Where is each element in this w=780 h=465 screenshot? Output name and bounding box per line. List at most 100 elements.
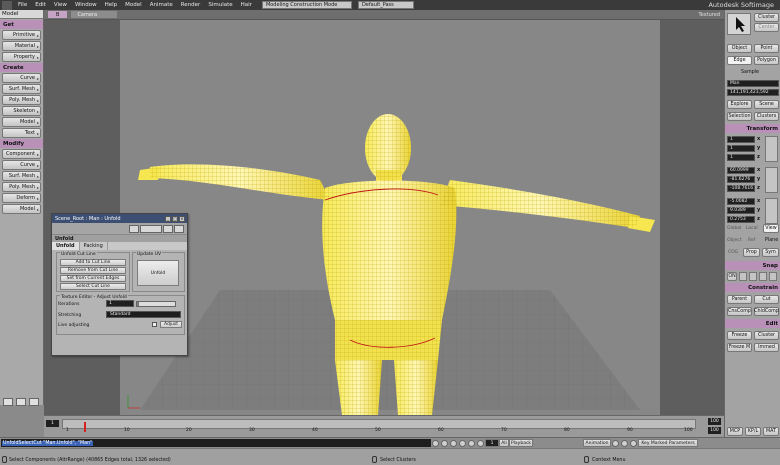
get-primitive-button[interactable]: Primitive bbox=[2, 30, 41, 40]
camera-tool-icon[interactable] bbox=[29, 398, 39, 406]
all-button[interactable]: All bbox=[499, 439, 509, 447]
menu-view[interactable]: View bbox=[50, 2, 71, 8]
unfold-property-dialog[interactable]: Scene_Root : Man : Unfold _ □ × Unfold U… bbox=[51, 213, 188, 356]
viewport-letter[interactable]: B bbox=[48, 11, 68, 18]
goto-end-icon[interactable] bbox=[477, 439, 484, 447]
create-poly-mesh-button[interactable]: Poly. Mesh bbox=[2, 95, 41, 105]
scene-canvas[interactable] bbox=[120, 20, 660, 415]
rotation-z-field[interactable]: -108.7616 bbox=[727, 185, 755, 192]
prev-key-icon[interactable] bbox=[621, 439, 628, 447]
selection-info-field[interactable]: 141,191,423,592 bbox=[727, 89, 779, 96]
pass-select[interactable]: Default_Pass bbox=[357, 1, 414, 9]
explore-button[interactable]: Explore bbox=[727, 100, 752, 109]
snap-surface-icon[interactable] bbox=[769, 272, 777, 281]
tab-kpl[interactable]: KP/L bbox=[745, 427, 761, 436]
camera-select[interactable]: Camera bbox=[71, 11, 118, 18]
close-icon[interactable]: × bbox=[179, 215, 185, 222]
tab-mcp[interactable]: MCP bbox=[727, 427, 743, 436]
scale-mode-icon[interactable] bbox=[765, 136, 778, 162]
key-marked-parameters-button[interactable]: Key Marked Parameters bbox=[638, 439, 698, 447]
set-from-current-edges-button[interactable]: Set from Current Edges bbox=[60, 275, 126, 282]
snap-point-icon[interactable] bbox=[749, 272, 757, 281]
scale-y-field[interactable]: 1 bbox=[727, 145, 755, 152]
tab-packing[interactable]: Packing bbox=[80, 242, 108, 250]
menu-window[interactable]: Window bbox=[71, 2, 101, 8]
edge-button[interactable]: Edge bbox=[727, 56, 752, 65]
menu-edit[interactable]: Edit bbox=[31, 2, 50, 8]
current-frame-field[interactable]: 1 bbox=[485, 439, 499, 447]
lock-icon[interactable] bbox=[129, 224, 139, 233]
freeze-m-button[interactable]: Freeze M bbox=[727, 343, 752, 352]
dialog-title-bar[interactable]: Scene_Root : Man : Unfold _ □ × bbox=[52, 214, 187, 223]
center-button[interactable]: Center bbox=[754, 23, 779, 32]
create-skeleton-button[interactable]: Skeleton bbox=[2, 106, 41, 116]
ref-global[interactable]: Global bbox=[727, 226, 741, 231]
translation-x-field[interactable]: -5.0082 bbox=[727, 198, 755, 205]
prop-button[interactable]: Prop bbox=[743, 248, 760, 257]
unfold-button[interactable]: Unfold bbox=[137, 260, 179, 286]
preset-icon[interactable] bbox=[140, 224, 162, 233]
cluster-button[interactable]: Cluster bbox=[754, 13, 779, 22]
selection-name-field[interactable]: Man bbox=[727, 80, 779, 87]
ref-object[interactable]: Object bbox=[727, 238, 742, 243]
snap-on-button[interactable]: ON bbox=[727, 272, 737, 281]
cog-toggle[interactable]: COG bbox=[728, 250, 738, 255]
modify-surf-mesh-button[interactable]: Surf. Mesh bbox=[2, 171, 41, 181]
select-tool-icon[interactable] bbox=[3, 398, 13, 406]
help-icon[interactable] bbox=[174, 224, 184, 233]
modify-deform-button[interactable]: Deform bbox=[2, 193, 41, 203]
refresh-icon[interactable] bbox=[163, 224, 173, 233]
shading-mode-select[interactable]: Textured bbox=[699, 12, 720, 18]
select-arrow-icon[interactable] bbox=[727, 13, 751, 35]
menu-help[interactable]: Help bbox=[101, 2, 122, 8]
iterations-value[interactable]: 1 bbox=[106, 300, 134, 307]
rotation-x-field[interactable]: 60.0999 bbox=[727, 167, 755, 174]
step-forward-icon[interactable] bbox=[468, 439, 475, 447]
modify-curve-button[interactable]: Curve bbox=[2, 160, 41, 170]
scale-z-field[interactable]: 1 bbox=[727, 154, 755, 161]
key-icon[interactable] bbox=[612, 439, 619, 447]
transform-tool-icon[interactable] bbox=[16, 398, 26, 406]
modify-model-button[interactable]: Model bbox=[2, 204, 41, 214]
freeze-button[interactable]: Freeze bbox=[727, 331, 752, 340]
point-button[interactable]: Point bbox=[754, 44, 779, 53]
step-back-icon[interactable] bbox=[441, 439, 448, 447]
polygon-button[interactable]: Polygon bbox=[754, 56, 779, 65]
translation-y-field[interactable]: 9.0389 bbox=[727, 207, 755, 214]
add-to-cut-line-button[interactable]: Add to Cut Line bbox=[60, 259, 126, 266]
ref-view-button[interactable]: View bbox=[763, 224, 779, 233]
adjust-button[interactable]: Adjust bbox=[160, 321, 182, 328]
minimize-icon[interactable]: _ bbox=[165, 215, 171, 222]
clusters-button[interactable]: Clusters bbox=[754, 112, 779, 121]
iterations-slider[interactable] bbox=[136, 301, 176, 307]
menu-render[interactable]: Render bbox=[177, 2, 205, 8]
ref-local[interactable]: Local bbox=[746, 226, 758, 231]
scene-button[interactable]: Scene bbox=[754, 100, 779, 109]
modify-component-button[interactable]: Component bbox=[2, 149, 41, 159]
timeline-current-field[interactable]: 100 bbox=[708, 427, 721, 434]
parent-button[interactable]: Parent bbox=[727, 295, 752, 304]
animation-menu[interactable]: Animation bbox=[583, 439, 611, 447]
create-model-button[interactable]: Model bbox=[2, 117, 41, 127]
immed-button[interactable]: Immed bbox=[754, 343, 779, 352]
translation-mode-icon[interactable] bbox=[765, 198, 778, 224]
module-selector[interactable]: Model bbox=[0, 10, 43, 19]
tab-mat[interactable]: MAT bbox=[763, 427, 779, 436]
translation-z-field[interactable]: 0.2753 bbox=[727, 216, 755, 223]
command-line-input[interactable]: UnfoldSelectCut "Man.Unfold", "Man" bbox=[1, 439, 431, 447]
create-surf-mesh-button[interactable]: Surf. Mesh bbox=[2, 84, 41, 94]
playhead-marker[interactable] bbox=[84, 422, 86, 432]
construction-mode-select[interactable]: Modeling Construction Mode bbox=[261, 1, 352, 9]
stretching-select[interactable]: Standard bbox=[106, 311, 181, 318]
remove-from-cut-line-button[interactable]: Remove from Cut Line bbox=[60, 267, 126, 274]
edit-cluster-button[interactable]: Cluster bbox=[754, 331, 779, 340]
timeline-end-field[interactable]: 100 bbox=[708, 418, 721, 425]
menu-animate[interactable]: Animate bbox=[146, 2, 177, 8]
play-back-icon[interactable] bbox=[450, 439, 457, 447]
ref-ref[interactable]: Ref bbox=[748, 238, 755, 243]
menu-file[interactable]: File bbox=[14, 2, 31, 8]
menu-simulate[interactable]: Simulate bbox=[204, 2, 236, 8]
create-text-button[interactable]: Text bbox=[2, 128, 41, 138]
snap-curve-icon[interactable] bbox=[759, 272, 767, 281]
live-adjusting-checkbox[interactable] bbox=[152, 322, 157, 327]
